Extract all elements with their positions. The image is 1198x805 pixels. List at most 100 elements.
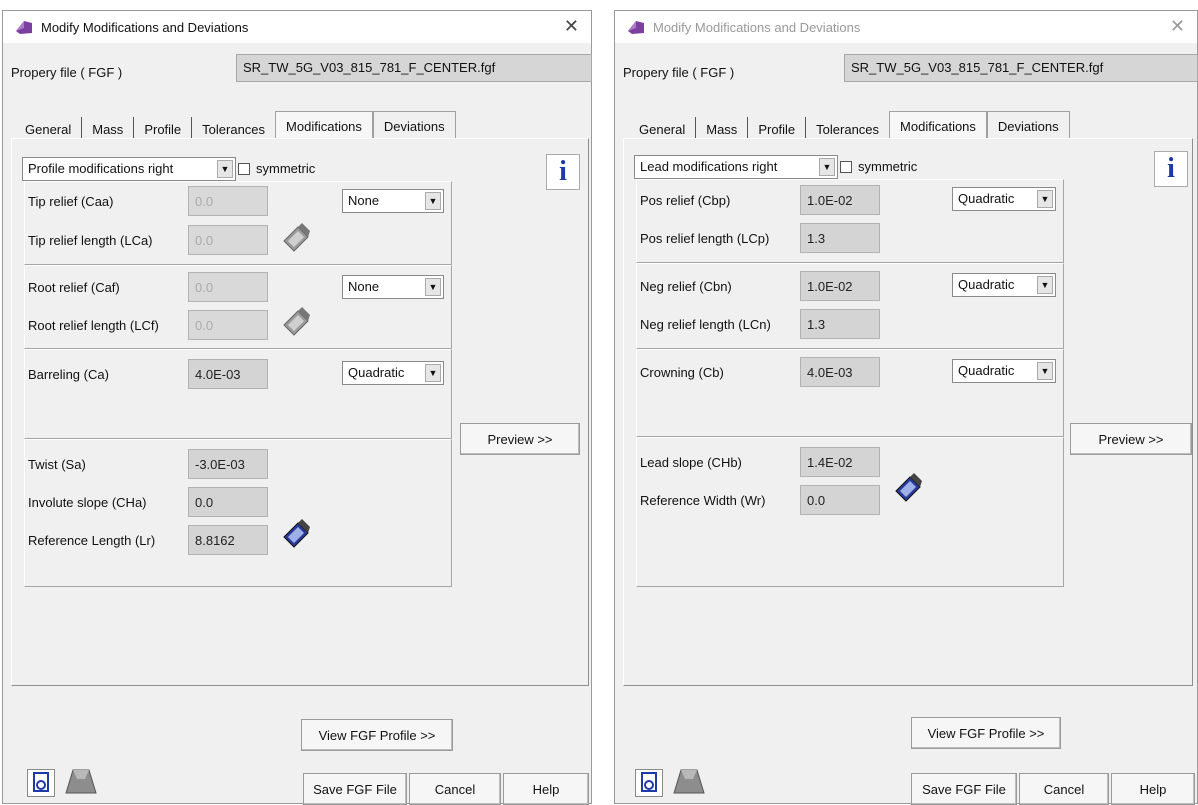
root-relief-type-value: None xyxy=(348,279,380,294)
chevron-down-icon: ▼ xyxy=(819,158,835,176)
crowning-field[interactable]: 4.0E-03 xyxy=(800,357,880,387)
symmetric-label: symmetric xyxy=(256,161,316,176)
pos-relief-length-field[interactable]: 1.3 xyxy=(800,223,880,253)
twist-field[interactable]: -3.0E-03 xyxy=(188,449,268,479)
cancel-button[interactable]: Cancel xyxy=(409,773,501,805)
modifications-panel: Lead modifications right ▼ symmetric i P… xyxy=(623,138,1193,686)
help-button[interactable]: Help xyxy=(503,773,589,805)
modification-type-select[interactable]: Profile modifications right ▼ xyxy=(22,157,236,181)
window-title: Modify Modifications and Deviations xyxy=(653,19,861,35)
property-file-value: SR_TW_5G_V03_815_781_F_CENTER.fgf xyxy=(844,54,1198,82)
crowning-type-select[interactable]: Quadratic ▼ xyxy=(952,359,1056,383)
neg-relief-type-value: Quadratic xyxy=(958,277,1015,292)
info-button[interactable]: i xyxy=(546,154,580,190)
root-relief-label: Root relief (Caf) xyxy=(28,280,120,295)
reference-length-field[interactable]: 8.8162 xyxy=(188,525,268,555)
barreling-field[interactable]: 4.0E-03 xyxy=(188,359,268,389)
tab-profile[interactable]: Profile xyxy=(134,117,193,139)
title-bar[interactable]: Modify Modifications and Deviations ✕ xyxy=(3,11,591,43)
symmetric-checkbox[interactable] xyxy=(238,163,250,175)
tip-relief-label: Tip relief (Caa) xyxy=(28,194,114,209)
close-icon[interactable]: ✕ xyxy=(564,17,579,35)
document-gear-icon xyxy=(641,772,657,792)
modification-type-select[interactable]: Lead modifications right ▼ xyxy=(634,155,838,179)
tab-tolerances[interactable]: Tolerances xyxy=(806,117,890,139)
tip-relief-type-select[interactable]: None ▼ xyxy=(342,189,444,213)
chevron-down-icon: ▼ xyxy=(425,364,441,382)
chevron-down-icon: ▼ xyxy=(425,192,441,210)
lead-slope-label: Lead slope (CHb) xyxy=(640,455,742,470)
crowning-type-value: Quadratic xyxy=(958,363,1015,378)
tip-relief-type-value: None xyxy=(348,193,380,208)
barreling-type-select[interactable]: Quadratic ▼ xyxy=(342,361,444,385)
root-relief-type-select[interactable]: None ▼ xyxy=(342,275,444,299)
calculator-icon[interactable] xyxy=(892,473,924,503)
modify-dialog-lead: Modify Modifications and Deviations ✕ Pr… xyxy=(614,10,1198,805)
document-gear-icon xyxy=(33,772,49,792)
calculator-icon[interactable] xyxy=(280,223,312,253)
modifications-panel: Profile modifications right ▼ symmetric … xyxy=(11,138,589,686)
tab-mass[interactable]: Mass xyxy=(82,117,135,139)
involute-slope-field[interactable]: 0.0 xyxy=(188,487,268,517)
symmetric-checkbox[interactable] xyxy=(840,161,852,173)
chevron-down-icon: ▼ xyxy=(1037,276,1053,294)
tab-deviations[interactable]: Deviations xyxy=(372,111,456,139)
tab-modifications[interactable]: Modifications xyxy=(275,111,373,139)
reference-length-label: Reference Length (Lr) xyxy=(28,533,156,548)
modify-dialog-profile: Modify Modifications and Deviations ✕ Pr… xyxy=(2,10,592,805)
reference-width-field[interactable]: 0.0 xyxy=(800,485,880,515)
gear-tooth-icon[interactable] xyxy=(671,767,707,795)
view-fgf-profile-button[interactable]: View FGF Profile >> xyxy=(301,719,453,751)
close-icon[interactable]: ✕ xyxy=(1170,17,1185,35)
tab-general[interactable]: General xyxy=(629,117,697,139)
preview-button[interactable]: Preview >> xyxy=(1070,423,1192,455)
reference-width-label: Reference Width (Wr) xyxy=(640,493,766,508)
open-file-button[interactable] xyxy=(635,769,663,797)
neg-relief-field[interactable]: 1.0E-02 xyxy=(800,271,880,301)
tab-strip: General Mass Profile Tolerances Modifica… xyxy=(15,111,456,139)
root-relief-length-label: Root relief length (LCf) xyxy=(28,318,159,333)
view-fgf-profile-button[interactable]: View FGF Profile >> xyxy=(911,717,1061,749)
crowning-label: Crowning (Cb) xyxy=(640,365,724,380)
save-fgf-file-button[interactable]: Save FGF File xyxy=(303,773,407,805)
modification-type-value: Profile modifications right xyxy=(28,161,174,176)
root-relief-field[interactable]: 0.0 xyxy=(188,272,268,302)
symmetric-label: symmetric xyxy=(858,159,918,174)
tab-tolerances[interactable]: Tolerances xyxy=(192,117,276,139)
pos-relief-type-value: Quadratic xyxy=(958,191,1015,206)
title-bar[interactable]: Modify Modifications and Deviations ✕ xyxy=(615,11,1197,43)
app-icon xyxy=(16,21,32,34)
pos-relief-length-label: Pos relief length (LCp) xyxy=(640,231,770,246)
calculator-icon[interactable] xyxy=(280,519,312,549)
property-file-label: Propery file ( FGF ) xyxy=(623,65,735,80)
tab-modifications[interactable]: Modifications xyxy=(889,111,987,139)
save-fgf-file-button[interactable]: Save FGF File xyxy=(911,773,1017,805)
help-button[interactable]: Help xyxy=(1111,773,1195,805)
modification-type-value: Lead modifications right xyxy=(640,159,778,174)
info-button[interactable]: i xyxy=(1154,151,1188,187)
tip-relief-length-label: Tip relief length (LCa) xyxy=(28,233,153,248)
barreling-label: Barreling (Ca) xyxy=(28,367,109,382)
barreling-type-value: Quadratic xyxy=(348,365,405,380)
gear-tooth-icon[interactable] xyxy=(63,767,99,795)
chevron-down-icon: ▼ xyxy=(425,278,441,296)
pos-relief-field[interactable]: 1.0E-02 xyxy=(800,185,880,215)
neg-relief-length-field[interactable]: 1.3 xyxy=(800,309,880,339)
tip-relief-field[interactable]: 0.0 xyxy=(188,186,268,216)
tab-general[interactable]: General xyxy=(15,117,83,139)
preview-button[interactable]: Preview >> xyxy=(460,423,580,455)
tab-strip: General Mass Profile Tolerances Modifica… xyxy=(629,111,1070,139)
tab-profile[interactable]: Profile xyxy=(748,117,807,139)
tab-deviations[interactable]: Deviations xyxy=(986,111,1070,139)
cancel-button[interactable]: Cancel xyxy=(1019,773,1109,805)
chevron-down-icon: ▼ xyxy=(1037,190,1053,208)
neg-relief-type-select[interactable]: Quadratic ▼ xyxy=(952,273,1056,297)
root-relief-length-field[interactable]: 0.0 xyxy=(188,310,268,340)
open-file-button[interactable] xyxy=(27,769,55,797)
calculator-icon[interactable] xyxy=(280,307,312,337)
tab-mass[interactable]: Mass xyxy=(696,117,749,139)
chevron-down-icon: ▼ xyxy=(1037,362,1053,380)
pos-relief-type-select[interactable]: Quadratic ▼ xyxy=(952,187,1056,211)
tip-relief-length-field[interactable]: 0.0 xyxy=(188,225,268,255)
lead-slope-field[interactable]: 1.4E-02 xyxy=(800,447,880,477)
